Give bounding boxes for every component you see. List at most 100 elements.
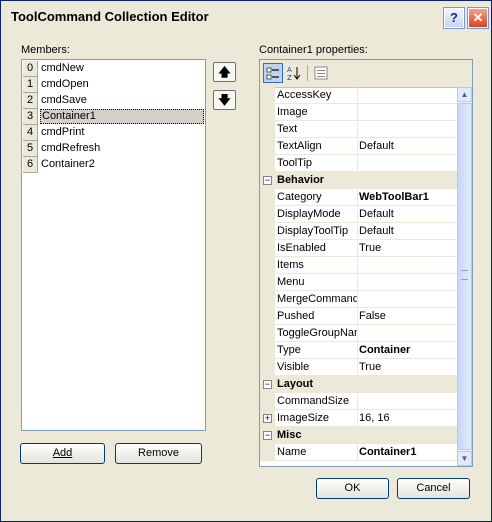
property-value[interactable]: WebToolBar1 [358, 189, 457, 205]
property-row[interactable]: Visible True [260, 359, 457, 376]
property-value[interactable]: 16, 16 [358, 410, 457, 426]
property-row[interactable]: Category WebToolBar1 [260, 189, 457, 206]
member-index: 3 [23, 109, 38, 125]
row-margin [260, 291, 275, 308]
arrow-down-icon: 🡇 [218, 93, 231, 107]
property-grid-toolbar: AZ [260, 60, 472, 88]
property-value[interactable] [358, 325, 457, 341]
row-margin [260, 155, 275, 172]
property-row[interactable]: Menu [260, 274, 457, 291]
member-name: cmdNew [41, 62, 84, 74]
property-value[interactable] [358, 393, 457, 409]
property-value[interactable]: True [358, 240, 457, 256]
cancel-button[interactable]: Cancel [397, 478, 470, 499]
property-row[interactable]: MergeCommandI [260, 291, 457, 308]
property-row[interactable]: Items [260, 257, 457, 274]
property-row[interactable]: Text [260, 121, 457, 138]
member-index: 0 [23, 61, 38, 77]
add-button[interactable]: Add [20, 443, 105, 464]
row-margin [260, 393, 275, 410]
property-row[interactable]: Type Container [260, 342, 457, 359]
property-value[interactable]: False [358, 308, 457, 324]
member-item[interactable]: 0 cmdNew [22, 61, 205, 77]
property-name: ImageSize [276, 410, 358, 426]
property-row[interactable]: DisplayToolTip Default [260, 223, 457, 240]
property-row[interactable]: DisplayMode Default [260, 206, 457, 223]
scroll-up-icon[interactable]: ▲ [457, 87, 472, 102]
close-button[interactable]: ✕ [467, 7, 489, 29]
arrow-up-icon: 🡅 [218, 65, 231, 79]
property-row[interactable]: Pushed False [260, 308, 457, 325]
svg-text:Z: Z [287, 74, 292, 81]
property-value[interactable]: Default [358, 206, 457, 222]
property-name: TextAlign [276, 138, 358, 154]
property-row[interactable]: ToggleGroupNan [260, 325, 457, 342]
property-grid[interactable]: AZ AccessKey Image Text TextAlign Default Too… [259, 59, 473, 467]
collapse-icon[interactable]: − [263, 431, 272, 440]
property-value[interactable]: Default [358, 138, 457, 154]
scroll-thumb[interactable] [457, 103, 472, 450]
property-value[interactable] [358, 274, 457, 290]
property-value[interactable]: Container1 [358, 444, 457, 460]
property-row[interactable]: Image [260, 104, 457, 121]
property-value[interactable] [358, 104, 457, 120]
member-item[interactable]: 3 Container1 [22, 109, 205, 125]
members-list[interactable]: 0 cmdNew 1 cmdOpen 2 cmdSave 3 Container1 4 cmdPr… [21, 59, 206, 431]
categorized-icon[interactable] [263, 63, 283, 83]
member-index: 6 [23, 157, 38, 173]
category-name: Behavior [277, 174, 325, 186]
member-name: Container2 [41, 158, 95, 170]
row-margin: + [260, 410, 275, 427]
property-name: CommandSize [276, 393, 358, 409]
alphabetical-icon[interactable]: AZ [284, 63, 304, 83]
member-item[interactable]: 5 cmdRefresh [22, 141, 205, 157]
property-row[interactable]: AccessKey [260, 87, 457, 104]
member-item[interactable]: 2 cmdSave [22, 93, 205, 109]
help-button[interactable]: ? [443, 7, 465, 29]
expand-icon[interactable]: + [263, 414, 272, 423]
property-row[interactable]: CommandSize [260, 393, 457, 410]
property-pages-icon[interactable] [311, 63, 331, 83]
scroll-down-icon[interactable]: ▼ [457, 451, 472, 466]
collapse-icon[interactable]: − [263, 176, 272, 185]
property-name: MergeCommandI [277, 291, 358, 307]
row-margin [260, 308, 275, 325]
property-row[interactable]: + ImageSize 16, 16 [260, 410, 457, 427]
move-up-button[interactable]: 🡅 [213, 62, 236, 82]
remove-button[interactable]: Remove [115, 443, 202, 464]
property-value[interactable] [358, 291, 457, 307]
vertical-scrollbar[interactable]: ▲ ▼ [457, 87, 472, 466]
property-value[interactable] [358, 121, 457, 137]
property-row[interactable]: Name Container1 [260, 444, 457, 461]
row-margin [260, 240, 275, 257]
property-name: Type [276, 342, 358, 358]
property-value[interactable]: True [358, 359, 457, 375]
category-row[interactable]: − Layout [260, 376, 457, 393]
property-value[interactable] [358, 87, 457, 103]
row-margin [260, 104, 275, 121]
property-row[interactable]: IsEnabled True [260, 240, 457, 257]
property-name: Items [276, 257, 358, 273]
property-value[interactable] [358, 155, 457, 171]
category-row[interactable]: − Misc [260, 427, 457, 444]
category-row[interactable]: − Behavior [260, 172, 457, 189]
property-row[interactable]: TextAlign Default [260, 138, 457, 155]
property-name: ToolTip [276, 155, 358, 171]
ok-button[interactable]: OK [316, 478, 389, 499]
member-item[interactable]: 4 cmdPrint [22, 125, 205, 141]
row-margin [260, 223, 275, 240]
svg-text:A: A [287, 66, 292, 74]
row-margin [260, 444, 275, 461]
row-margin [260, 206, 275, 223]
collapse-icon[interactable]: − [263, 380, 272, 389]
property-value[interactable] [358, 257, 457, 273]
member-item[interactable]: 6 Container2 [22, 157, 205, 173]
property-value[interactable]: Default [358, 223, 457, 239]
remove-button-label: Remove [138, 447, 179, 459]
property-value[interactable]: Container [358, 342, 457, 358]
property-name: ToggleGroupNan [277, 325, 358, 341]
property-row[interactable]: ToolTip [260, 155, 457, 172]
move-down-button[interactable]: 🡇 [213, 90, 236, 110]
member-item[interactable]: 1 cmdOpen [22, 77, 205, 93]
member-name: cmdPrint [41, 126, 85, 138]
